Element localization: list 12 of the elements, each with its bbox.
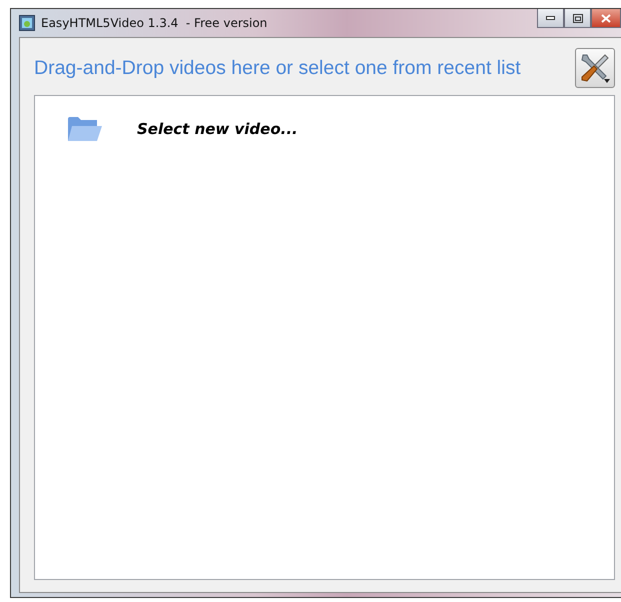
select-video-item[interactable]: Select new video... — [137, 120, 298, 138]
close-button[interactable] — [591, 9, 621, 28]
close-icon — [601, 14, 611, 22]
drop-hint: Drag-and-Drop videos here or select one from recent list — [34, 56, 521, 80]
minimize-icon — [546, 16, 555, 20]
folder-icon — [67, 116, 103, 142]
minimize-button[interactable] — [537, 9, 564, 28]
maximize-button[interactable] — [564, 9, 591, 28]
tools-button[interactable] — [575, 48, 615, 88]
maximize-icon — [572, 14, 582, 22]
app-icon — [19, 15, 35, 31]
window-title: EasyHTML5Video 1.3.4 - Free version — [41, 16, 268, 30]
